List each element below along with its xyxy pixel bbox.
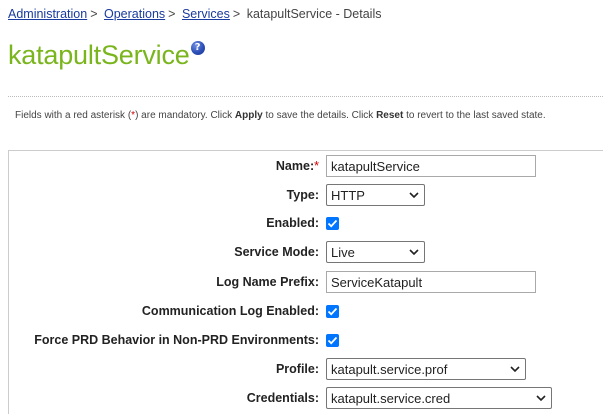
reset-keyword: Reset <box>376 110 404 121</box>
service-mode-label: Service Mode: <box>234 245 319 259</box>
form-row-comm-log: Communication Log Enabled: <box>9 300 603 324</box>
breadcrumb-separator: > <box>90 7 98 21</box>
help-icon[interactable]: ? <box>190 41 205 55</box>
chevron-down-icon <box>536 395 546 402</box>
form-row-credentials: Credentials: katapult.service.cred <box>9 387 603 411</box>
comm-log-label: Communication Log Enabled: <box>141 304 319 318</box>
form-row-force-prd: Force PRD Behavior in Non-PRD Environmen… <box>9 329 603 353</box>
enabled-checkbox[interactable] <box>326 217 339 230</box>
form-row-name: Name:* katapultService <box>9 155 603 179</box>
form-row-log-prefix: Log Name Prefix: ServiceKatapult <box>9 271 603 295</box>
name-label: Name:* <box>276 159 319 173</box>
profile-select[interactable]: katapult.service.prof <box>326 358 526 380</box>
check-icon <box>327 219 338 228</box>
log-prefix-input-value: ServiceKatapult <box>331 274 423 290</box>
note-text: ) are mandatory. Click <box>135 110 235 121</box>
force-prd-label: Force PRD Behavior in Non-PRD Environmen… <box>34 333 319 347</box>
service-mode-select-value: Live <box>331 244 355 260</box>
enabled-label: Enabled: <box>266 216 319 230</box>
form-row-profile: Profile: katapult.service.prof <box>9 358 603 382</box>
name-input-value: katapultService <box>331 158 420 174</box>
log-prefix-label: Log Name Prefix: <box>216 275 319 289</box>
name-input[interactable]: katapultService <box>326 155 536 177</box>
service-details-page: Administration > Operations > Services > ka… <box>0 0 603 414</box>
form-row-type: Type: HTTP <box>9 184 603 208</box>
credentials-select[interactable]: katapult.service.cred <box>326 387 552 409</box>
comm-log-checkbox[interactable] <box>326 305 339 318</box>
required-asterisk: * <box>314 159 319 173</box>
apply-keyword: Apply <box>234 110 263 121</box>
service-mode-select[interactable]: Live <box>326 241 425 263</box>
note-text: to save the details. Click <box>262 110 377 121</box>
breadcrumb-separator: > <box>232 7 241 21</box>
form-row-enabled: Enabled: <box>9 212 603 236</box>
credentials-select-value: katapult.service.cred <box>331 390 451 406</box>
log-prefix-input[interactable]: ServiceKatapult <box>326 271 536 293</box>
breadcrumb-services[interactable]: Services <box>182 7 230 21</box>
page-title: katapultService <box>8 40 190 70</box>
force-prd-checkbox[interactable] <box>326 334 339 347</box>
check-icon <box>327 336 338 345</box>
breadcrumb-separator: > <box>168 7 176 21</box>
breadcrumb-current: katapultService - Details <box>246 7 382 21</box>
type-select-value: HTTP <box>331 187 365 203</box>
page-header: katapultService? <box>8 40 205 71</box>
service-details-form: Name:* katapultService Type: HTTP Enable… <box>8 150 603 414</box>
name-label-text: Name: <box>275 159 315 173</box>
chevron-down-icon <box>510 366 520 373</box>
check-icon <box>327 307 338 316</box>
breadcrumb-administration[interactable]: Administration <box>8 7 87 21</box>
type-select[interactable]: HTTP <box>326 184 425 206</box>
credentials-label: Credentials: <box>246 391 319 405</box>
chevron-down-icon <box>409 192 419 199</box>
chevron-down-icon <box>409 249 419 256</box>
profile-select-value: katapult.service.prof <box>331 361 448 377</box>
breadcrumb-operations[interactable]: Operations <box>104 7 165 21</box>
note-text: Fields with a red asterisk ( <box>15 110 132 121</box>
breadcrumb: Administration > Operations > Services > ka… <box>8 7 381 21</box>
mandatory-fields-note: Fields with a red asterisk (*) are manda… <box>15 110 546 121</box>
type-label: Type: <box>286 188 319 202</box>
form-row-service-mode: Service Mode: Live <box>9 241 603 265</box>
profile-label: Profile: <box>275 362 319 376</box>
divider <box>8 96 603 97</box>
note-text: to revert to the last saved state. <box>403 110 546 121</box>
